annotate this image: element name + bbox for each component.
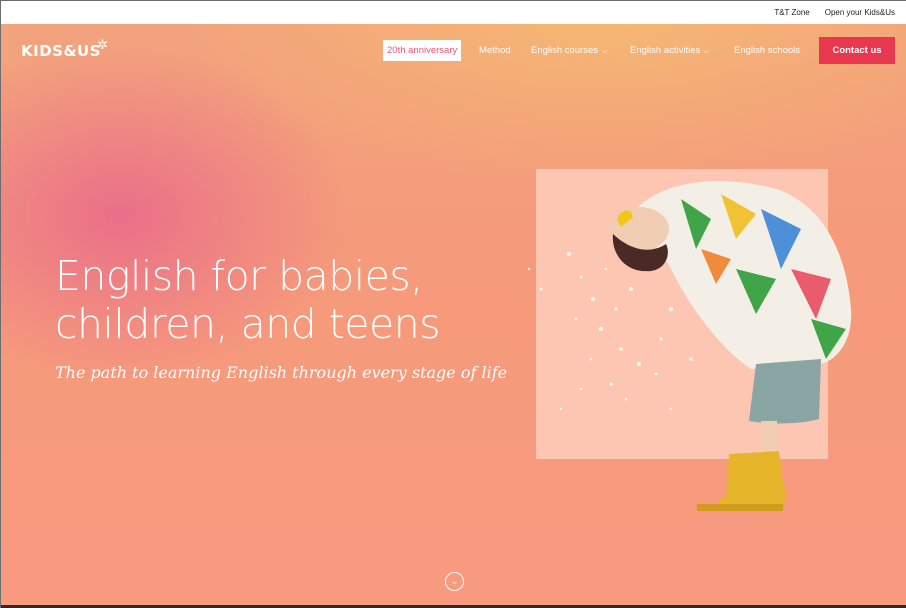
chevron-down-icon: ⌵ [703,46,710,55]
nav-english-activities-label: English activities [630,45,701,56]
sparkles [527,252,693,411]
child-bending-illustration [527,181,852,511]
utility-bar: T&T Zone Open your Kids&Us [1,1,906,24]
anniversary-link[interactable]: 20th anniversary [383,40,462,61]
nav-english-schools-label: English schools [734,45,801,56]
hero-tagline: The path to learning English through eve… [55,363,508,382]
headline-line-2: children, and teens [55,300,441,348]
chevron-down-icon: ⌵ [601,46,608,55]
nav-method-label: Method [479,45,511,56]
circle-chevron-down-icon[interactable]: ⌄ [445,572,464,591]
headline-line-1: English for babies, [55,252,423,300]
logo[interactable]: KIDS&US [21,42,101,60]
hero: KIDS&US ✲ 20th anniversary Method Englis… [1,24,906,605]
nav-english-courses[interactable]: English courses ⌵ [531,45,607,56]
hero-headline: English for babies, children, and teens [55,252,475,348]
tt-zone-link[interactable]: T&T Zone [774,8,809,17]
main-nav: KIDS&US ✲ 20th anniversary Method Englis… [1,24,906,78]
nav-method[interactable]: Method [479,45,511,56]
open-your-kidsus-link[interactable]: Open your Kids&Us [825,8,895,17]
asterisk-flower-icon: ✲ [97,37,108,52]
hero-image [521,159,871,529]
page-frame: T&T Zone Open your Kids&Us KIDS&US ✲ 20t… [0,0,906,608]
nav-english-courses-label: English courses [531,45,599,56]
nav-english-activities[interactable]: English activities ⌵ [630,45,709,56]
contact-us-button[interactable]: Contact us [819,37,895,64]
nav-english-schools[interactable]: English schools [734,45,800,56]
